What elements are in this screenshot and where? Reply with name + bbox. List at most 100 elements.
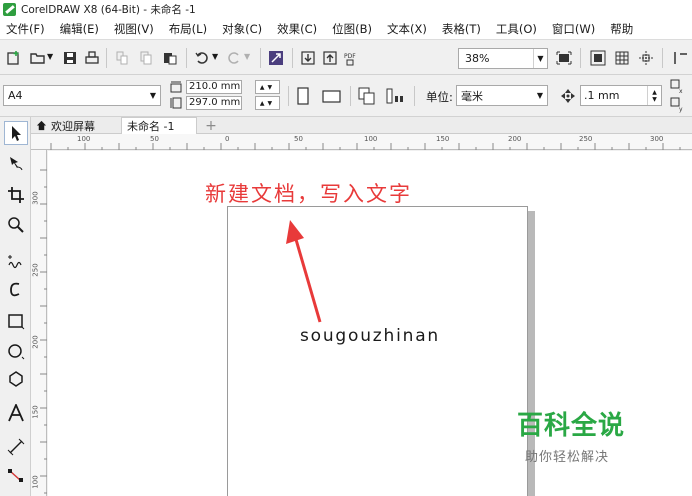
page-height-icon <box>170 97 182 109</box>
export-icon[interactable] <box>322 50 338 66</box>
connector-icon <box>8 469 23 482</box>
shape-tool[interactable] <box>4 151 28 175</box>
ruler-label: 50 <box>294 135 303 143</box>
publish-pdf-icon[interactable]: PDF <box>344 50 360 66</box>
height-stepper[interactable]: ▲▼ <box>255 96 280 110</box>
menu-tools[interactable]: 工具(O) <box>496 21 537 37</box>
guidelines-icon[interactable] <box>638 50 654 66</box>
artistic-media-icon <box>10 282 20 297</box>
standard-toolbar: ▼ ▼ ▼ PDF 38% ▼ <box>0 39 692 75</box>
all-pages-icon[interactable] <box>358 87 376 105</box>
rectangle-tool[interactable] <box>4 309 28 333</box>
copy-icon[interactable] <box>138 50 154 66</box>
menu-window[interactable]: 窗口(W) <box>552 21 595 37</box>
open-dropdown-icon[interactable]: ▼ <box>47 52 63 68</box>
chevron-down-icon: ▼ <box>533 49 547 68</box>
rulers-icon[interactable] <box>590 50 606 66</box>
chevron-down-icon: ▼ <box>149 91 157 100</box>
menu-effects[interactable]: 效果(C) <box>277 21 317 37</box>
current-page-icon[interactable] <box>386 87 406 105</box>
grid-icon[interactable] <box>614 50 630 66</box>
units-select[interactable]: 毫米 ▼ <box>456 85 548 106</box>
full-screen-icon[interactable] <box>556 50 572 66</box>
snap-to-icon[interactable] <box>672 50 688 66</box>
ellipse-icon <box>8 344 25 360</box>
nudge-distance-value: .1 mm <box>584 89 620 102</box>
annotation-arrow-icon <box>286 220 322 323</box>
menu-bitmaps[interactable]: 位图(B) <box>332 21 372 37</box>
duplicate-distance-y-icon[interactable]: y <box>670 97 686 113</box>
units-label: 单位: <box>426 90 453 104</box>
freehand-tool[interactable] <box>4 249 28 273</box>
duplicate-distance-x-icon[interactable]: x <box>670 79 686 95</box>
tab-untitled-1[interactable]: 未命名 -1 <box>121 117 197 134</box>
nudge-stepper[interactable]: ▲ ▼ <box>647 86 661 105</box>
svg-text:y: y <box>679 106 683 113</box>
svg-text:x: x <box>679 88 683 95</box>
document-page[interactable] <box>227 206 528 496</box>
menu-bar: 文件(F) 编辑(E) 视图(V) 布局(L) 对象(C) 效果(C) 位图(B… <box>0 18 692 39</box>
pick-tool[interactable] <box>4 121 28 145</box>
magnifier-icon <box>8 217 24 233</box>
open-folder-icon[interactable] <box>30 50 46 66</box>
menu-view[interactable]: 视图(V) <box>114 21 154 37</box>
vertical-ruler[interactable]: 300 250 200 150 100 <box>31 150 47 496</box>
paste-icon[interactable] <box>162 50 178 66</box>
width-stepper[interactable]: ▲▼ <box>255 80 280 94</box>
page-size-value: A4 <box>8 89 23 102</box>
svg-text:PDF: PDF <box>344 53 356 60</box>
annotation-text: 新建文档，写入文字 <box>205 182 412 206</box>
landscape-icon[interactable] <box>322 87 342 105</box>
crop-tool[interactable] <box>4 183 28 207</box>
ruler-label: 0 <box>225 135 230 143</box>
add-tab-button[interactable]: + <box>204 117 218 134</box>
ruler-label: 150 <box>31 405 40 419</box>
text-tool[interactable] <box>4 401 28 425</box>
menu-text[interactable]: 文本(X) <box>387 21 427 37</box>
zoom-level-select[interactable]: 38% ▼ <box>458 48 548 69</box>
coreldraw-logo-icon <box>3 2 16 16</box>
page-width-field[interactable]: 210.0 mm <box>186 80 242 94</box>
redo-icon[interactable] <box>226 50 242 66</box>
connector-tool[interactable] <box>4 463 28 487</box>
zoom-tool[interactable] <box>4 213 28 237</box>
vertical-ruler-ticks <box>40 169 47 494</box>
artistic-media-tool[interactable] <box>4 277 28 301</box>
cut-icon[interactable] <box>114 50 130 66</box>
page-width-icon <box>170 81 182 93</box>
parallel-dimension-tool[interactable] <box>4 435 28 459</box>
ellipse-tool[interactable] <box>4 339 28 363</box>
page-height-field[interactable]: 297.0 mm <box>186 96 242 110</box>
text-a-icon <box>8 404 24 422</box>
menu-table[interactable]: 表格(T) <box>442 21 481 37</box>
home-icon <box>36 120 47 131</box>
save-icon[interactable] <box>62 50 78 66</box>
page-size-select[interactable]: A4 ▼ <box>3 85 161 106</box>
tab-welcome-screen[interactable]: 欢迎屏幕 <box>31 117 117 134</box>
portrait-icon[interactable] <box>294 87 312 105</box>
redo-dropdown-icon[interactable]: ▼ <box>244 52 260 68</box>
print-icon[interactable] <box>84 50 100 66</box>
polygon-tool[interactable] <box>4 367 28 391</box>
tab-welcome-label: 欢迎屏幕 <box>51 119 95 133</box>
ruler-label: 100 <box>31 475 40 489</box>
import-icon[interactable] <box>300 50 316 66</box>
menu-layout[interactable]: 布局(L) <box>169 21 207 37</box>
property-bar: A4 ▼ 210.0 mm 297.0 mm ▲▼ ▲▼ 单位: 毫米 ▼ .1… <box>0 75 692 117</box>
ruler-label: 100 <box>77 135 91 143</box>
menu-help[interactable]: 帮助 <box>610 21 633 37</box>
ruler-label: 150 <box>436 135 450 143</box>
menu-file[interactable]: 文件(F) <box>6 21 45 37</box>
title-bar: CorelDRAW X8 (64-Bit) - 未命名 -1 <box>0 0 692 18</box>
menu-edit[interactable]: 编辑(E) <box>60 21 99 37</box>
nudge-distance-field[interactable]: .1 mm ▲ ▼ <box>580 85 662 106</box>
ruler-label: 200 <box>508 135 522 143</box>
page-text-object[interactable]: sougouzhinan <box>300 326 440 346</box>
ruler-label: 250 <box>579 135 593 143</box>
new-document-icon[interactable] <box>6 50 22 66</box>
horizontal-ruler[interactable]: 100 50 0 50 100 150 200 250 300 <box>31 134 692 150</box>
plus-icon: + <box>205 117 217 134</box>
menu-object[interactable]: 对象(C) <box>222 21 262 37</box>
undo-icon[interactable] <box>194 50 210 66</box>
search-content-icon[interactable] <box>268 50 284 66</box>
